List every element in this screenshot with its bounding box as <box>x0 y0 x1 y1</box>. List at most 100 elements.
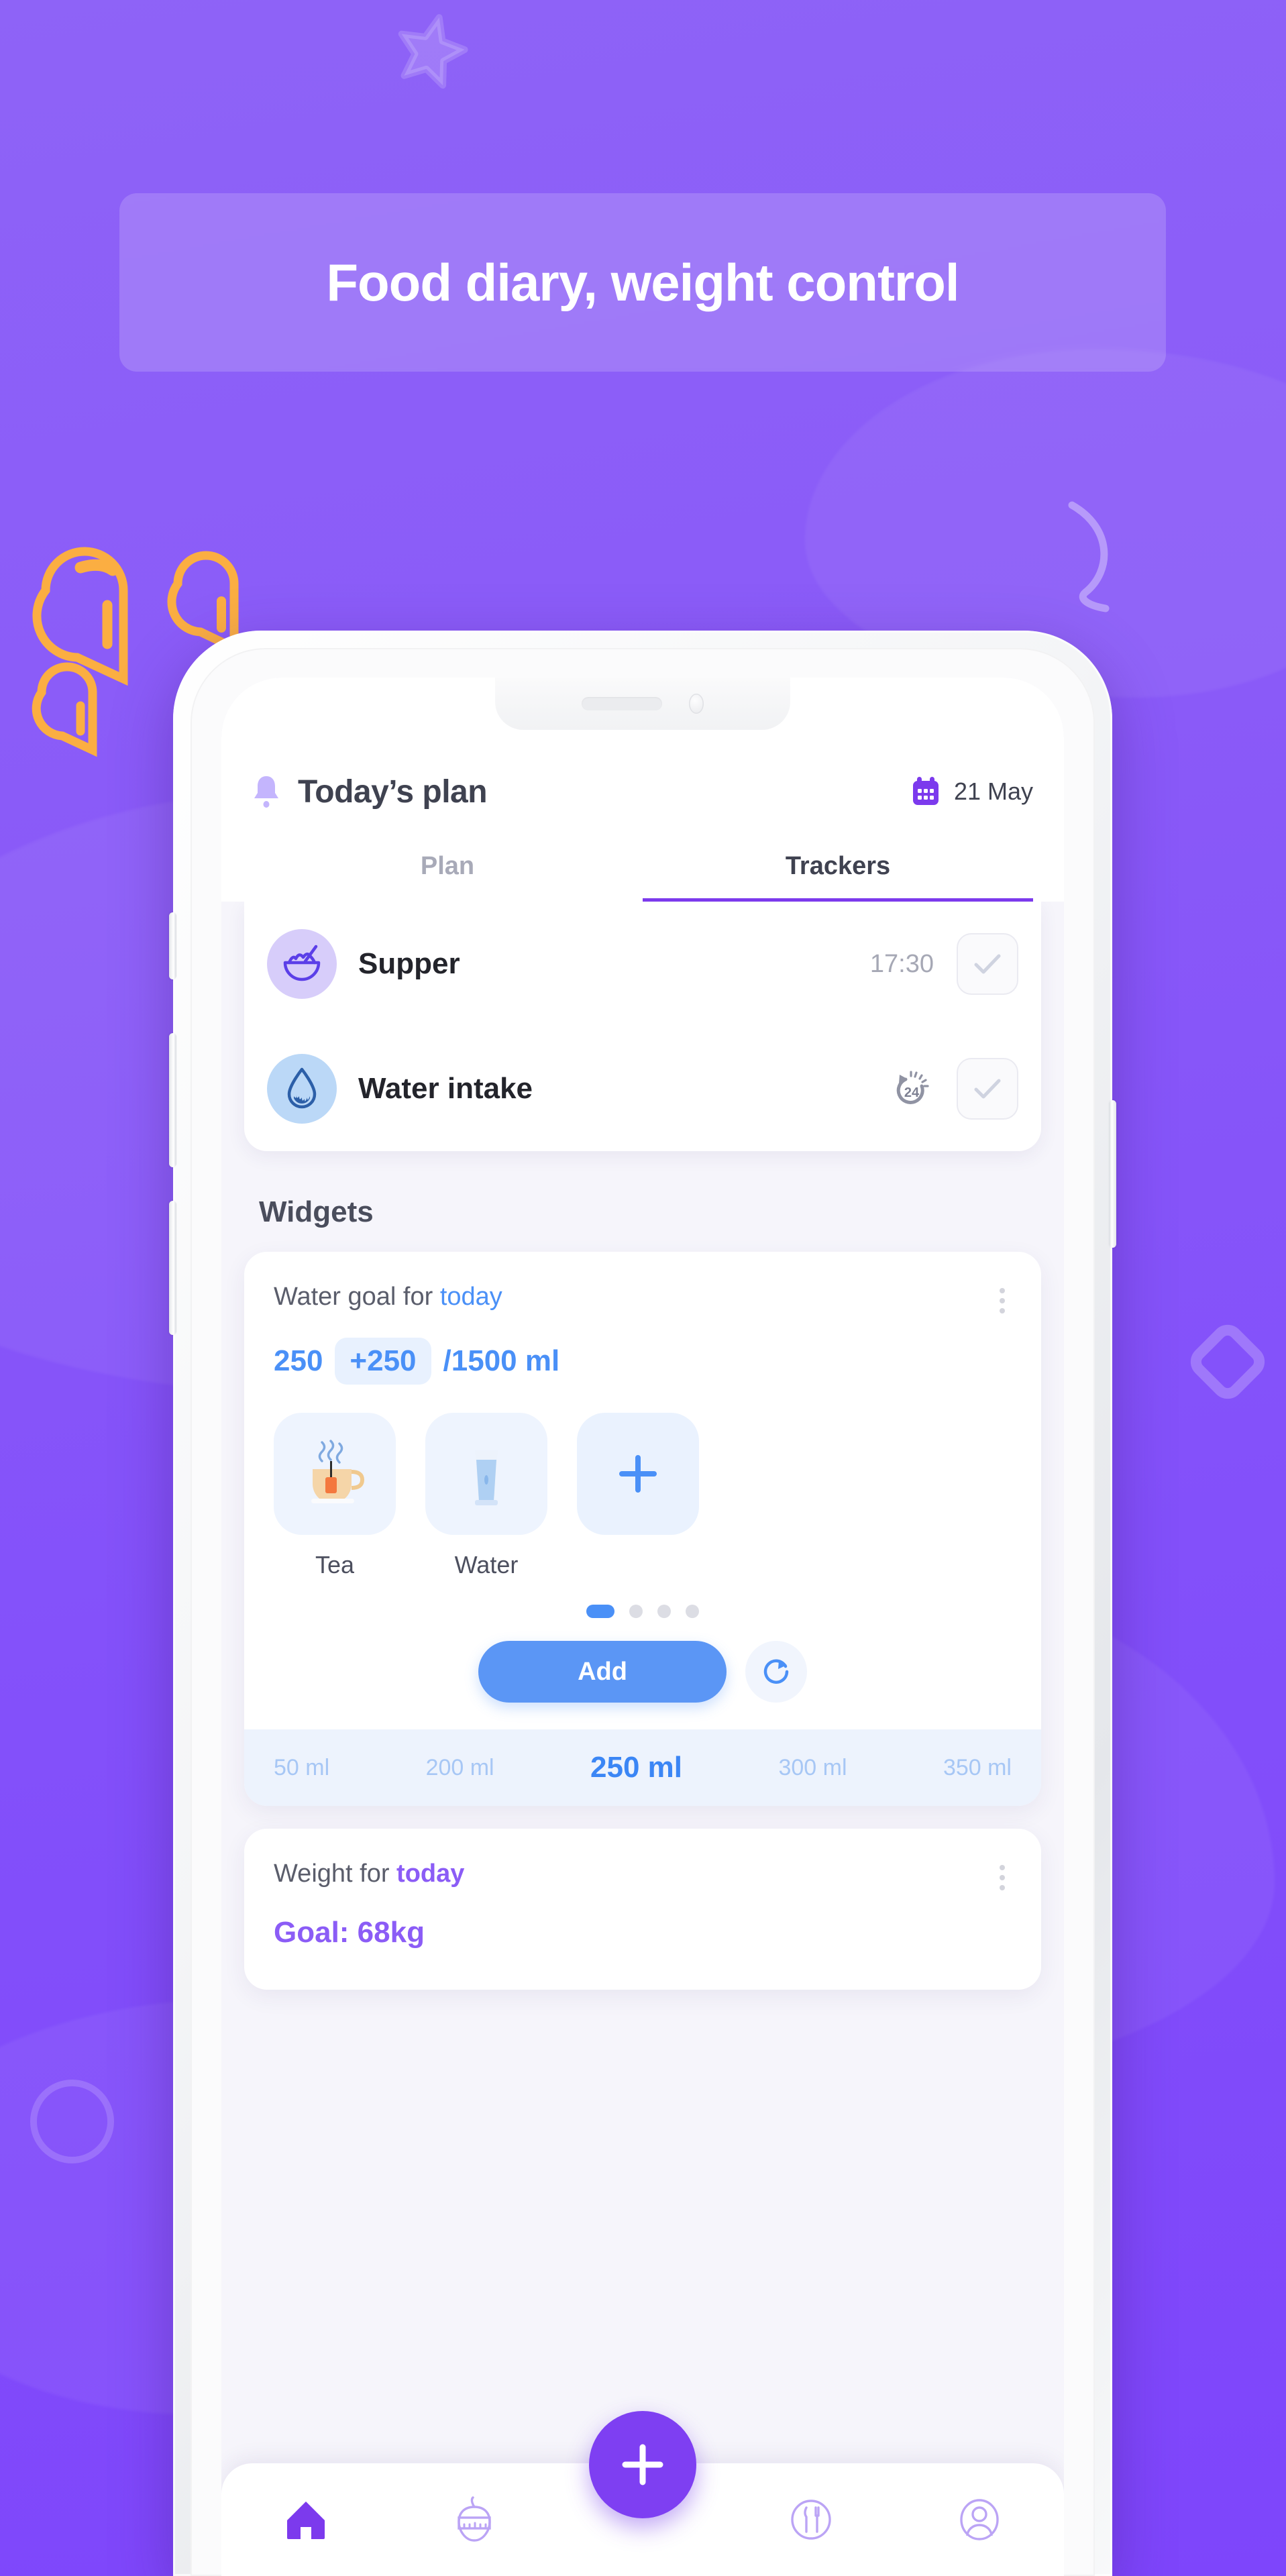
drink-option-add[interactable] <box>577 1413 699 1579</box>
tracker-card: Supper 17:30 Water intake 24 <box>244 902 1041 1151</box>
phone-screen: Today’s plan 21 May Plan Trackers Supper… <box>221 678 1064 2576</box>
water-goal-widget: Water goal for today 250 +250 /1500 ml T… <box>244 1252 1041 1806</box>
phone-volume-down-button[interactable] <box>169 1201 176 1335</box>
widgets-section-title: Widgets <box>259 1195 374 1228</box>
phone-bezel: Today’s plan 21 May Plan Trackers Supper… <box>191 648 1095 2576</box>
nav-item-profile[interactable] <box>939 2486 1020 2553</box>
water-increment-badge[interactable]: +250 <box>335 1338 431 1385</box>
tracker-meta-icon: 24 <box>891 1067 934 1110</box>
volume-option[interactable]: 350 ml <box>943 1755 1012 1781</box>
phone-notch <box>495 678 790 730</box>
headline-banner: Food diary, weight control <box>119 193 1166 372</box>
phone-volume-up-button[interactable] <box>169 1033 176 1167</box>
header-row: Today’s plan 21 May <box>252 763 1033 820</box>
phone-power-button[interactable] <box>1109 1100 1116 1248</box>
header-right[interactable]: 21 May <box>911 776 1033 807</box>
reset-button[interactable] <box>745 1641 807 1703</box>
tracker-row-water-intake[interactable]: Water intake 24 <box>267 1026 1018 1151</box>
drink-label: Tea <box>315 1551 355 1578</box>
profile-icon <box>960 2499 1000 2540</box>
water-widget-title-accent: today <box>439 1283 502 1311</box>
water-tile[interactable] <box>425 1413 547 1535</box>
tab-plan[interactable]: Plan <box>252 852 643 902</box>
water-widget-title: Water goal for today <box>274 1283 502 1311</box>
carousel-dot[interactable] <box>629 1605 643 1618</box>
volume-option[interactable]: 300 ml <box>778 1755 847 1781</box>
front-camera <box>689 694 704 714</box>
water-current-value: 250 <box>274 1344 323 1377</box>
weight-widget: Weight for today Goal: 68kg <box>244 1829 1041 1990</box>
app-content: Today’s plan 21 May Plan Trackers Supper… <box>221 678 1064 2576</box>
volume-picker[interactable]: 50 ml 200 ml 250 ml 300 ml 350 ml <box>244 1729 1041 1806</box>
teacup-icon <box>311 1440 365 1503</box>
headline-text: Food diary, weight control <box>326 252 959 312</box>
bowl-icon-wrap <box>267 929 337 999</box>
plate-cutlery-icon <box>791 2500 831 2540</box>
check-icon <box>974 1079 1001 1099</box>
tab-trackers[interactable]: Trackers <box>643 852 1033 902</box>
weight-widget-menu-button[interactable] <box>993 1860 1012 1896</box>
circle-decoration <box>30 2080 114 2163</box>
header-left: Today’s plan <box>252 773 488 810</box>
water-widget-menu-button[interactable] <box>993 1283 1012 1319</box>
tracker-check-button[interactable] <box>957 1058 1018 1120</box>
tea-tile[interactable] <box>274 1413 396 1535</box>
weight-widget-title: Weight for today <box>274 1860 464 1888</box>
diamond-decoration <box>1190 1324 1265 1399</box>
nav-item-measurements[interactable] <box>434 2486 515 2553</box>
add-drink-tile[interactable] <box>577 1413 699 1535</box>
page-title: Today’s plan <box>298 773 488 810</box>
weight-goal-value: Goal: 68kg <box>274 1916 425 1949</box>
water-drop-icon <box>287 1067 317 1109</box>
s-curve-decoration <box>1068 501 1110 612</box>
drink-option-tea[interactable]: Tea <box>274 1413 396 1579</box>
carousel-dot[interactable] <box>686 1605 699 1618</box>
water-total-value: /1500 ml <box>443 1344 560 1377</box>
volume-option-selected[interactable]: 250 ml <box>590 1751 682 1784</box>
home-icon <box>286 2502 325 2539</box>
phone-mute-switch[interactable] <box>169 912 176 979</box>
tracker-check-button[interactable] <box>957 933 1018 995</box>
water-drop-icon-wrap <box>267 1054 337 1124</box>
weight-widget-header: Weight for today <box>244 1829 1041 1896</box>
tracker-row-supper[interactable]: Supper 17:30 <box>267 902 1018 1026</box>
water-glass-icon <box>475 1450 498 1505</box>
water-widget-header: Water goal for today <box>244 1252 1041 1319</box>
drink-tiles-row: Tea Water <box>244 1385 1041 1579</box>
water-widget-title-prefix: Water goal for <box>274 1283 440 1311</box>
carousel-dot[interactable] <box>657 1605 671 1618</box>
tracker-time: 17:30 <box>869 949 934 978</box>
phone-mockup: Today’s plan 21 May Plan Trackers Supper… <box>169 631 1116 2576</box>
24h-timer-icon: 24 <box>896 1071 929 1104</box>
add-button[interactable]: Add <box>478 1641 727 1703</box>
refresh-icon <box>763 1659 789 1684</box>
nav-item-home[interactable] <box>266 2486 346 2553</box>
add-entry-fab[interactable] <box>589 2411 696 2518</box>
plus-icon <box>619 1455 657 1493</box>
bowl-icon <box>283 945 321 981</box>
date-label: 21 May <box>953 777 1033 805</box>
apple-measure-icon <box>458 2496 491 2542</box>
weight-widget-title-prefix: Weight for <box>274 1860 397 1888</box>
check-icon <box>974 954 1001 974</box>
weight-widget-title-accent: today <box>396 1860 465 1888</box>
calendar-icon[interactable] <box>911 776 941 807</box>
add-row: Add <box>244 1641 1041 1729</box>
tab-bar: Plan Trackers <box>252 852 1033 902</box>
drink-label: Water <box>454 1551 519 1578</box>
drink-option-water[interactable]: Water <box>425 1413 547 1579</box>
tracker-label: Water intake <box>358 1072 533 1105</box>
speaker-grille <box>582 697 662 710</box>
bell-icon[interactable] <box>252 775 280 808</box>
star-decoration <box>398 14 468 89</box>
svg-text:24: 24 <box>904 1085 920 1100</box>
volume-option[interactable]: 200 ml <box>426 1755 494 1781</box>
carousel-dots[interactable] <box>244 1605 1041 1618</box>
app-scroll-area[interactable]: Supper 17:30 Water intake 24 Widgets Wat… <box>221 902 1064 2576</box>
water-stats-row: 250 +250 /1500 ml <box>244 1319 1041 1385</box>
nav-item-meals[interactable] <box>771 2486 851 2553</box>
tracker-label: Supper <box>358 947 460 980</box>
plus-icon <box>622 2444 663 2485</box>
volume-option[interactable]: 50 ml <box>274 1755 329 1781</box>
carousel-dot[interactable] <box>586 1605 614 1618</box>
